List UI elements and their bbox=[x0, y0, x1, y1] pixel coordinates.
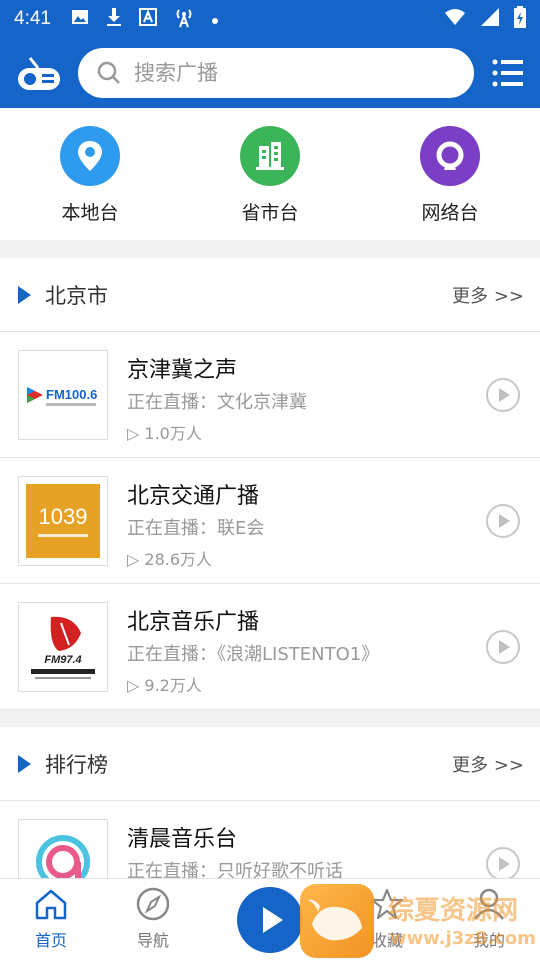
status-bar: 4:41 bbox=[0, 0, 540, 38]
tab-label: 收藏 bbox=[370, 931, 403, 950]
category-local[interactable]: 本地台 bbox=[30, 126, 150, 225]
play-button[interactable] bbox=[486, 847, 520, 878]
font-notification-icon bbox=[138, 8, 157, 30]
section-ranking: 排行榜 更多 >> 清晨音乐台 正在直播：只听好歌不听话 bbox=[0, 727, 540, 878]
section-triangle-icon bbox=[18, 285, 31, 304]
listener-count: ▷ 28.6万人 bbox=[127, 550, 213, 569]
section-triangle-icon bbox=[18, 754, 31, 773]
list-item[interactable]: FM100.6 京津冀之声 正在直播：文化京津冀 ▷ 1.0万人 bbox=[0, 332, 540, 458]
image-notification-icon bbox=[71, 8, 89, 30]
radio-tower-notification-icon bbox=[173, 6, 195, 32]
network-q-icon bbox=[420, 126, 480, 186]
play-button[interactable] bbox=[486, 630, 520, 664]
list-item[interactable]: 清晨音乐台 正在直播：只听好歌不听话 bbox=[0, 801, 540, 878]
list-item[interactable]: FM97.4 北京音乐广播 正在直播：《浪潮LISTENTO1》 ▷ 9.2万人 bbox=[0, 584, 540, 710]
more-link[interactable]: 更多 >> bbox=[452, 282, 524, 308]
home-icon bbox=[33, 889, 69, 925]
now-playing: 正在直播：联E会 bbox=[127, 518, 265, 539]
station-name: 清晨音乐台 bbox=[127, 827, 238, 852]
category-shortcuts: 本地台 省市台 网络台 bbox=[0, 108, 540, 240]
station-name: 京津冀之声 bbox=[127, 358, 238, 383]
center-play-button[interactable] bbox=[237, 887, 303, 953]
now-playing: 正在直播：文化京津冀 bbox=[127, 392, 307, 413]
category-label: 网络台 bbox=[421, 202, 479, 224]
tab-label: 导航 bbox=[136, 931, 169, 950]
section-title: 北京市 bbox=[45, 283, 108, 308]
listener-count: ▷ 9.2万人 bbox=[127, 676, 202, 695]
station-logo-traffic: 1039 bbox=[18, 476, 108, 566]
battery-icon bbox=[514, 6, 526, 32]
radio-logo-icon[interactable] bbox=[16, 54, 62, 94]
signal-icon bbox=[480, 7, 500, 31]
bottom-navigation: 首页 导航 收藏 我的 bbox=[0, 878, 540, 960]
status-time: 4:41 bbox=[14, 8, 51, 29]
now-playing: 正在直播：《浪潮LISTENTO1》 bbox=[127, 644, 380, 665]
search-bar[interactable] bbox=[78, 48, 474, 98]
more-link[interactable]: 更多 >> bbox=[452, 751, 524, 777]
tab-label: 我的 bbox=[472, 931, 505, 950]
now-playing: 正在直播：只听好歌不听话 bbox=[127, 861, 343, 878]
compass-icon bbox=[135, 887, 171, 925]
station-name: 北京交通广播 bbox=[127, 484, 260, 509]
station-name: 北京音乐广播 bbox=[127, 610, 260, 635]
search-icon bbox=[96, 60, 122, 86]
logo-text: FM97.4 bbox=[44, 654, 81, 666]
section-header: 排行榜 更多 >> bbox=[0, 727, 540, 801]
section-title: 排行榜 bbox=[45, 752, 108, 777]
category-network[interactable]: 网络台 bbox=[390, 126, 510, 225]
app-header bbox=[0, 38, 540, 108]
user-icon bbox=[471, 888, 507, 925]
location-pin-icon bbox=[60, 126, 120, 186]
wifi-icon bbox=[444, 8, 466, 30]
tab-favorites[interactable]: 收藏 bbox=[347, 887, 427, 951]
tab-mine[interactable]: 我的 bbox=[449, 887, 529, 951]
category-label: 本地台 bbox=[61, 202, 119, 224]
station-logo-music: FM97.4 bbox=[18, 602, 108, 692]
station-logo-jjj: FM100.6 bbox=[18, 350, 108, 440]
tab-home[interactable]: 首页 bbox=[11, 887, 91, 951]
play-button[interactable] bbox=[486, 504, 520, 538]
search-input[interactable] bbox=[134, 61, 434, 85]
star-icon bbox=[369, 888, 405, 925]
tab-navigation[interactable]: 导航 bbox=[113, 887, 193, 951]
section-beijing: 北京市 更多 >> FM100.6 京津冀之声 正在直播：文化京津冀 ▷ 1.0… bbox=[0, 258, 540, 710]
category-label: 省市台 bbox=[241, 202, 299, 224]
category-province[interactable]: 省市台 bbox=[210, 126, 330, 225]
section-header: 北京市 更多 >> bbox=[0, 258, 540, 332]
station-logo-morning bbox=[18, 819, 108, 878]
logo-text: 1039 bbox=[39, 504, 88, 529]
dot-notification-icon bbox=[211, 10, 219, 29]
download-notification-icon bbox=[105, 7, 123, 31]
play-button[interactable] bbox=[486, 378, 520, 412]
building-icon bbox=[240, 126, 300, 186]
list-item[interactable]: 1039 北京交通广播 正在直播：联E会 ▷ 28.6万人 bbox=[0, 458, 540, 584]
tab-label: 首页 bbox=[34, 931, 67, 950]
logo-text: FM100.6 bbox=[46, 387, 97, 402]
listener-count: ▷ 1.0万人 bbox=[127, 424, 202, 443]
menu-list-icon[interactable] bbox=[492, 58, 524, 88]
